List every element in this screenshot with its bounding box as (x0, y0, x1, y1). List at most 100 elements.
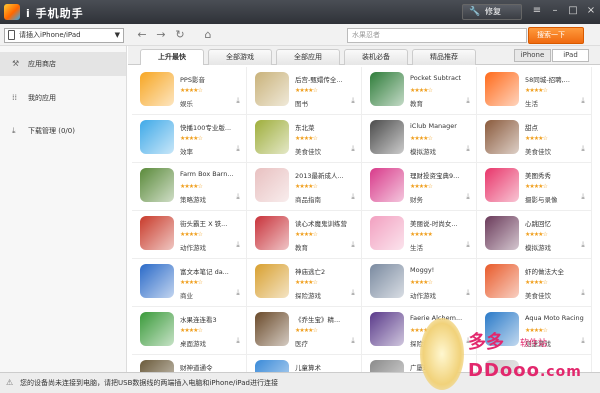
app-card[interactable]: 虾的做法大全 ★★★★☆ 美食佳饮 ⤓ (477, 259, 592, 307)
app-name[interactable]: 虾的做法大全 (525, 266, 589, 276)
download-icon[interactable]: ⤓ (348, 144, 358, 154)
app-name[interactable]: Farm Box Barn... (180, 170, 244, 178)
minimize-icon[interactable]: – (548, 4, 562, 18)
app-name[interactable]: 水果连连看3 (180, 314, 244, 324)
app-card[interactable]: 2013最新成人... ★★★★☆ 商品指南 ⤓ (247, 163, 362, 211)
download-icon[interactable]: ⤓ (233, 96, 243, 106)
search-button[interactable]: 搜索一下 (528, 27, 584, 44)
sidebar-item-store[interactable]: ⚒ 应用商店 (0, 52, 126, 76)
app-icon[interactable] (255, 120, 289, 154)
download-icon[interactable]: ⤓ (578, 144, 588, 154)
home-icon[interactable]: ⌂ (200, 27, 216, 43)
app-card[interactable]: 心跳回忆 ★★★★☆ 模拟游戏 ⤓ (477, 211, 592, 259)
forward-icon[interactable]: → (153, 27, 169, 43)
app-icon[interactable] (140, 120, 174, 154)
app-icon[interactable] (140, 216, 174, 250)
download-icon[interactable]: ⤓ (348, 288, 358, 298)
app-card[interactable]: 美图秀秀 ★★★★☆ 摄影与录像 ⤓ (477, 163, 592, 211)
app-icon[interactable] (370, 360, 404, 372)
app-name[interactable]: 美图秀秀 (525, 170, 589, 180)
download-icon[interactable]: ⤓ (463, 240, 473, 250)
app-card[interactable]: 《乔生宝》精... ★★★★☆ 医疗 ⤓ (247, 307, 362, 355)
download-icon[interactable]: ⤓ (233, 240, 243, 250)
app-card[interactable]: PPS影音 ★★★★☆ 娱乐 ⤓ (132, 67, 247, 115)
sidebar-item-my-apps[interactable]: ⁞⁞ 我的应用 (0, 86, 126, 110)
app-icon[interactable] (485, 168, 519, 202)
download-icon[interactable]: ⤓ (578, 240, 588, 250)
app-name[interactable]: 心跳回忆 (525, 218, 589, 228)
menu-icon[interactable]: ≡ (530, 4, 544, 18)
download-icon[interactable]: ⤓ (233, 192, 243, 202)
app-name[interactable]: 后宫-甄嬛传全... (295, 74, 359, 84)
download-icon[interactable]: ⤓ (348, 336, 358, 346)
app-card[interactable]: 富文本笔记 da... ★★★★☆ 商业 ⤓ (132, 259, 247, 307)
app-name[interactable]: iClub Manager (410, 122, 474, 130)
download-icon[interactable]: ⤓ (578, 192, 588, 202)
app-card[interactable]: 水果连连看3 ★★★★☆ 桌面游戏 ⤓ (132, 307, 247, 355)
app-card[interactable]: Moggy! ★★★★☆ 动作游戏 ⤓ (362, 259, 477, 307)
download-icon[interactable]: ⤓ (578, 288, 588, 298)
device-select[interactable]: 请插入iPhone/iPad ▼ (4, 28, 124, 43)
app-icon[interactable] (485, 120, 519, 154)
app-icon[interactable] (140, 264, 174, 298)
close-icon[interactable]: × (584, 4, 598, 18)
app-icon[interactable] (370, 72, 404, 106)
app-icon[interactable] (140, 360, 174, 372)
app-icon[interactable] (140, 312, 174, 346)
tab-recommended[interactable]: 精品推荐 (412, 49, 476, 65)
refresh-icon[interactable]: ↻ (172, 27, 188, 43)
app-card[interactable]: iClub Manager ★★★★☆ 模拟游戏 ⤓ (362, 115, 477, 163)
app-icon[interactable] (140, 168, 174, 202)
tab-essentials[interactable]: 装机必备 (344, 49, 408, 65)
app-name[interactable]: 58同城-招聘,... (525, 74, 589, 84)
app-icon[interactable] (485, 216, 519, 250)
app-card[interactable]: Farm Box Barn... ★★★★☆ 策略游戏 ⤓ (132, 163, 247, 211)
tab-all-apps[interactable]: 全部应用 (276, 49, 340, 65)
app-name[interactable]: Moggy! (410, 266, 474, 274)
app-name[interactable]: 甜点 (525, 122, 589, 132)
app-card[interactable]: 甜点 ★★★★☆ 美食佳饮 ⤓ (477, 115, 592, 163)
app-name[interactable]: 《乔生宝》精... (295, 314, 359, 324)
app-card[interactable]: 街头霸王 X 铁... ★★★★☆ 动作游戏 ⤓ (132, 211, 247, 259)
app-name[interactable]: 神庙逃亡2 (295, 266, 359, 276)
app-card[interactable]: 神庙逃亡2 ★★★★☆ 探险游戏 ⤓ (247, 259, 362, 307)
download-icon[interactable]: ⤓ (578, 96, 588, 106)
download-icon[interactable]: ⤓ (233, 144, 243, 154)
download-icon[interactable]: ⤓ (463, 192, 473, 202)
app-icon[interactable] (370, 264, 404, 298)
app-card[interactable]: 58同城-招聘,... ★★★★☆ 生活 ⤓ (477, 67, 592, 115)
download-icon[interactable]: ⤓ (463, 144, 473, 154)
app-icon[interactable] (485, 72, 519, 106)
repair-button[interactable]: 🔧 修复 (462, 4, 522, 20)
app-name[interactable]: 2013最新成人... (295, 170, 359, 180)
app-name[interactable]: 富文本笔记 da... (180, 266, 244, 276)
app-card[interactable]: 快播100专业版... ★★★★☆ 效率 ⤓ (132, 115, 247, 163)
app-icon[interactable] (370, 120, 404, 154)
tab-rising[interactable]: 上升最快 (140, 49, 204, 65)
app-card[interactable]: 儿童算术 (247, 355, 362, 372)
app-name[interactable]: 财神道通令 (180, 362, 244, 372)
download-icon[interactable]: ⤓ (348, 96, 358, 106)
app-name[interactable]: 儿童算术 (295, 362, 359, 372)
app-icon[interactable] (255, 216, 289, 250)
app-name[interactable]: Pocket Subtract (410, 74, 474, 82)
tab-all-games[interactable]: 全部游戏 (208, 49, 272, 65)
app-card[interactable]: 财神道通令 (132, 355, 247, 372)
download-icon[interactable]: ⤓ (233, 336, 243, 346)
app-icon[interactable] (255, 72, 289, 106)
app-name[interactable]: 东北菜 (295, 122, 359, 132)
app-name[interactable]: PPS影音 (180, 74, 244, 84)
download-icon[interactable]: ⤓ (348, 192, 358, 202)
back-icon[interactable]: ← (134, 27, 150, 43)
app-icon[interactable] (255, 360, 289, 372)
app-icon[interactable] (140, 72, 174, 106)
app-icon[interactable] (255, 168, 289, 202)
app-card[interactable]: 美丽说-时尚女... ★★★★★ 生活 ⤓ (362, 211, 477, 259)
app-card[interactable]: 东北菜 ★★★★☆ 美食佳饮 ⤓ (247, 115, 362, 163)
sidebar-item-downloads[interactable]: ⤓ 下载管理 (0/0) (0, 119, 126, 143)
app-card[interactable]: 理财投资宝典9... ★★★★☆ 财务 ⤓ (362, 163, 477, 211)
app-card[interactable]: 读心术魔鬼训练营 ★★★★☆ 教育 ⤓ (247, 211, 362, 259)
app-name[interactable]: 美丽说-时尚女... (410, 218, 474, 228)
download-icon[interactable]: ⤓ (348, 240, 358, 250)
app-icon[interactable] (485, 264, 519, 298)
